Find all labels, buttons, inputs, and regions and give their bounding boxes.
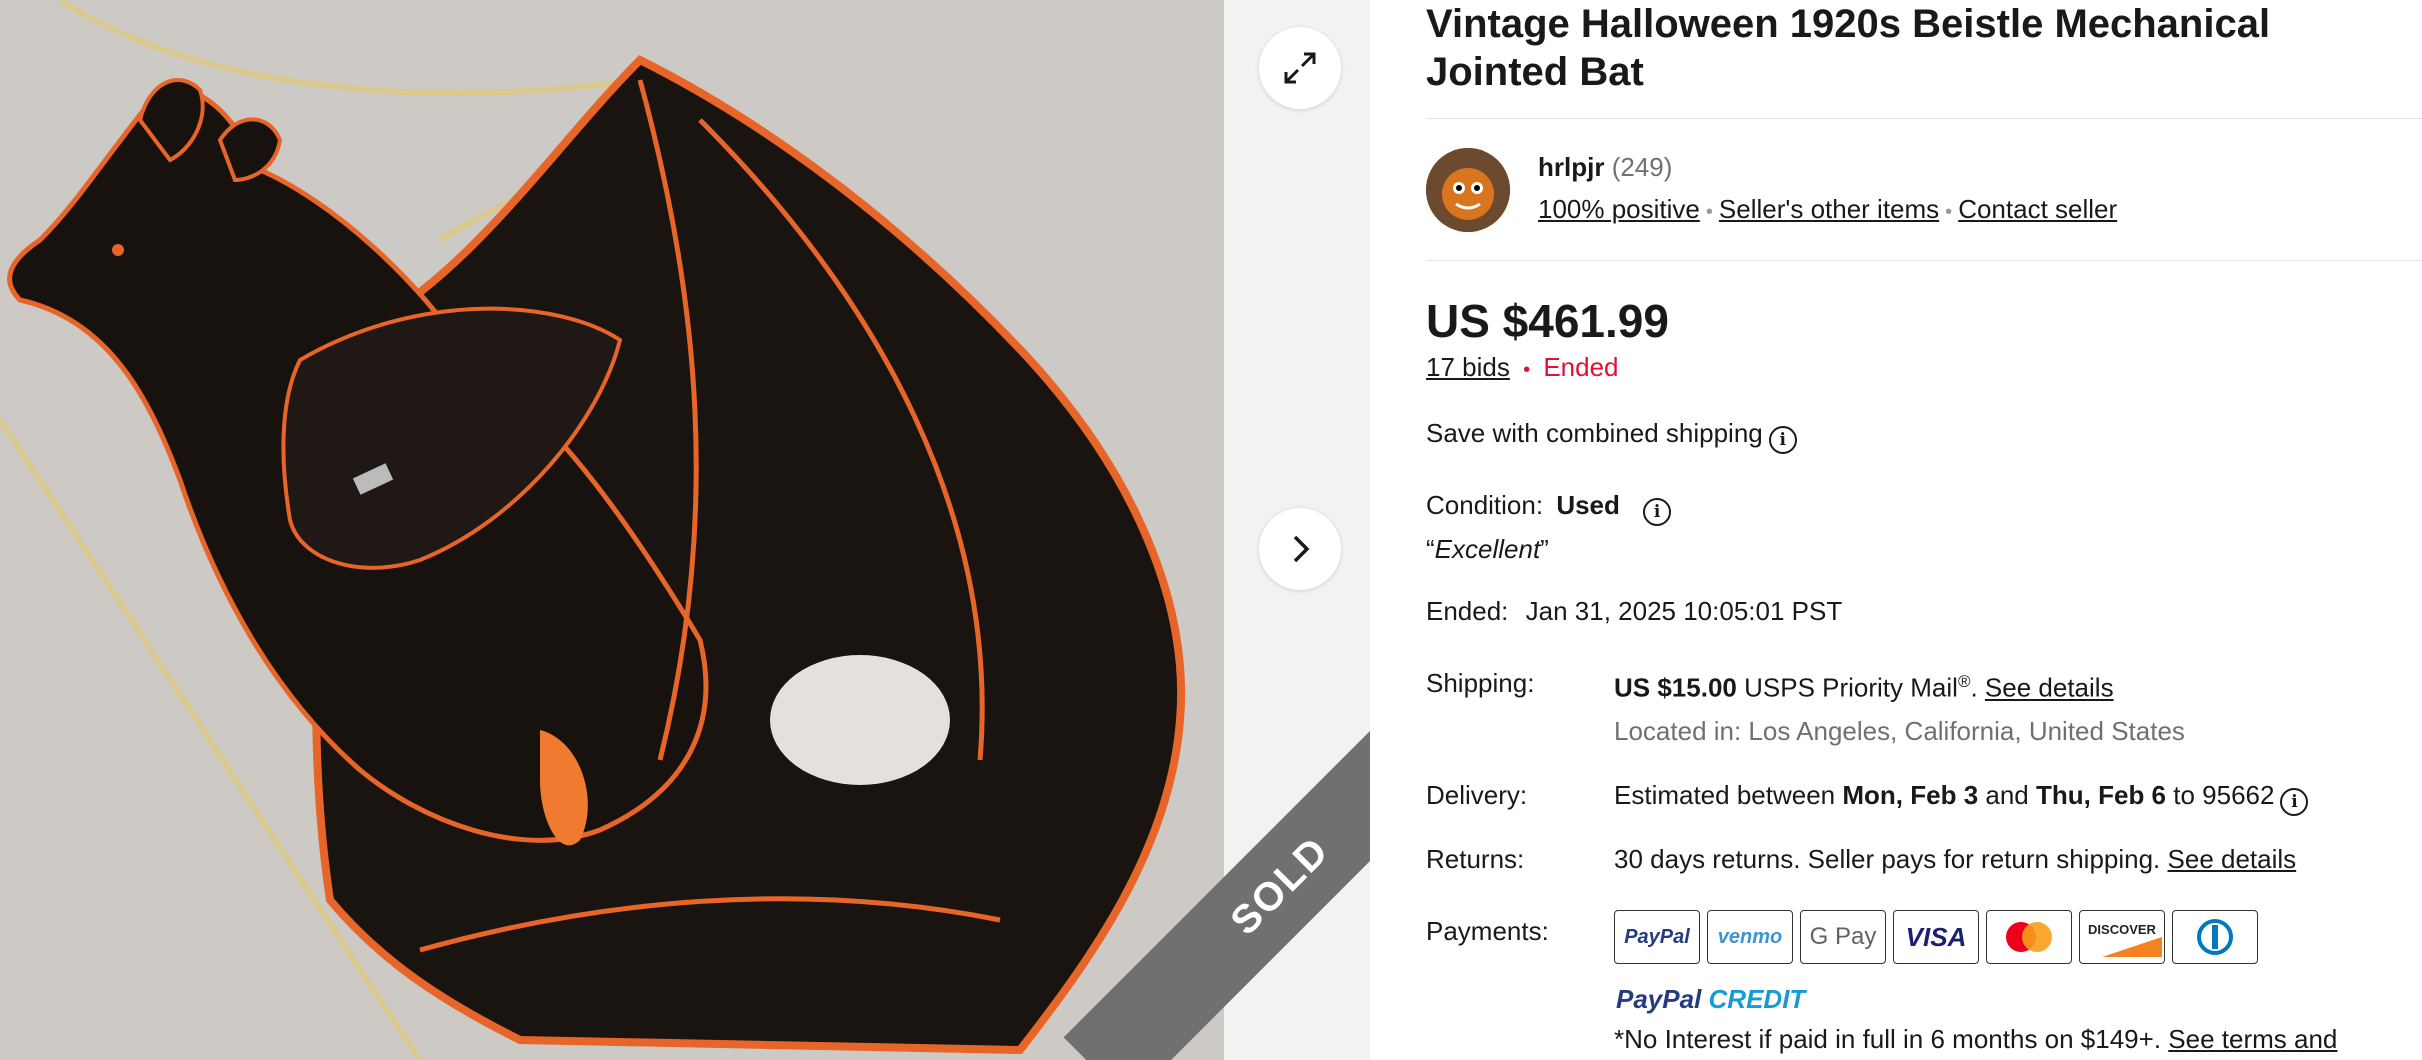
separator-dot: • bbox=[1945, 201, 1953, 223]
shipping-label: Shipping: bbox=[1426, 668, 1535, 698]
ended-line: Ended: Jan 31, 2025 10:05:01 PST bbox=[1426, 596, 1842, 627]
mastercard-icon bbox=[2006, 922, 2052, 952]
info-icon[interactable]: i bbox=[1643, 498, 1672, 526]
info-icon[interactable]: i bbox=[2280, 788, 2309, 816]
next-image-button[interactable] bbox=[1259, 508, 1341, 590]
mastercard-logo bbox=[1986, 910, 2072, 964]
feedback-count: (249) bbox=[1611, 152, 1673, 182]
paypal-credit-logo: PayPal CREDIT bbox=[1616, 984, 1805, 1015]
image-gallery: SOLD bbox=[0, 0, 1370, 1060]
auction-status: Ended bbox=[1543, 352, 1619, 382]
diners-club-icon bbox=[2197, 919, 2233, 955]
returns-value: 30 days returns. Seller pays for return … bbox=[1614, 844, 2296, 875]
positive-feedback-link[interactable]: 100% positive bbox=[1538, 194, 1700, 224]
venmo-logo: venmo bbox=[1707, 910, 1793, 964]
promo-text: *No Interest if paid in full in 6 months… bbox=[1614, 1024, 2162, 1054]
contact-seller-link[interactable]: Contact seller bbox=[1958, 194, 2117, 224]
discover-stripe-icon bbox=[2102, 936, 2162, 957]
sold-badge-text: SOLD bbox=[1221, 827, 1338, 944]
separator-dot: • bbox=[1523, 359, 1531, 381]
expand-image-button[interactable] bbox=[1259, 27, 1341, 109]
discover-text: DISCOVER bbox=[2088, 921, 2156, 937]
payments-label: Payments: bbox=[1426, 916, 1549, 946]
condition-label: Condition: bbox=[1426, 490, 1544, 520]
seller-username[interactable]: hrlpjr bbox=[1538, 152, 1604, 182]
listing-info-panel: Vintage Halloween 1920s Beistle Mechanic… bbox=[1426, 0, 2422, 1060]
paypal-credit-b: CREDIT bbox=[1708, 984, 1806, 1014]
delivery-end: Thu, Feb 6 bbox=[2036, 780, 2167, 810]
delivery-prefix: Estimated between bbox=[1614, 780, 1836, 810]
shipping-price: US $15.00 bbox=[1614, 672, 1737, 703]
quote-open: “ bbox=[1426, 534, 1435, 564]
quote-close: ” bbox=[1540, 534, 1549, 564]
avatar-image bbox=[1426, 148, 1510, 232]
info-icon[interactable]: i bbox=[1768, 426, 1797, 454]
delivery-label: Delivery: bbox=[1426, 780, 1528, 810]
bids-link[interactable]: 17 bids bbox=[1426, 352, 1510, 382]
diners-club-logo bbox=[2172, 910, 2258, 964]
delivery-zip: to 95662 bbox=[2173, 780, 2275, 810]
paypal-logo: PayPal bbox=[1614, 910, 1700, 964]
condition-value: Used bbox=[1556, 490, 1620, 520]
expand-icon bbox=[1284, 52, 1316, 84]
sellers-other-items-link[interactable]: Seller's other items bbox=[1719, 194, 1939, 224]
ended-label: Ended: bbox=[1426, 596, 1509, 626]
registered-mark: ® bbox=[1957, 672, 1971, 691]
returns-text: 30 days returns. Seller pays for return … bbox=[1614, 844, 2161, 874]
condition-quote-text: Excellent bbox=[1434, 534, 1541, 564]
shipping-value: US $15.00 USPS Priority Mail®. See detai… bbox=[1614, 672, 2114, 703]
paypal-credit-promo: *No Interest if paid in full in 6 months… bbox=[1614, 1024, 2337, 1055]
listing-photo[interactable] bbox=[0, 0, 1224, 1060]
bids-status-line: 17 bids • Ended bbox=[1426, 352, 1619, 383]
item-location: Located in: Los Angeles, California, Uni… bbox=[1614, 716, 2185, 746]
visa-logo: VISA bbox=[1893, 910, 1979, 964]
item-price: US $461.99 bbox=[1426, 295, 1669, 347]
discover-logo: DISCOVER bbox=[2079, 910, 2165, 964]
google-pay-logo: G Pay bbox=[1800, 910, 1886, 964]
seller-links: 100% positive • Seller's other items • Conta… bbox=[1538, 194, 2117, 225]
condition-quote: “Excellent” bbox=[1426, 534, 1549, 565]
payment-logos: PayPal venmo G Pay VISA DISCOVER bbox=[1614, 910, 2258, 964]
separator-dot: • bbox=[1705, 201, 1713, 223]
bat-photo-illustration bbox=[0, 0, 1224, 1060]
returns-label: Returns: bbox=[1426, 844, 1525, 874]
combined-shipping-text: Save with combined shipping bbox=[1426, 418, 1763, 448]
listing-title: Vintage Halloween 1920s Beistle Mechanic… bbox=[1426, 2, 2271, 94]
delivery-start: Mon, Feb 3 bbox=[1842, 780, 1979, 810]
seller-card: hrlpjr (249) 100% positive • Seller's othe… bbox=[1426, 148, 2422, 234]
condition-line: Condition: Used i bbox=[1426, 490, 1672, 526]
seller-name-line: hrlpjr (249) bbox=[1538, 152, 1672, 183]
see-terms-link[interactable]: See terms and bbox=[2168, 1024, 2337, 1054]
paypal-credit-a: PayPal bbox=[1616, 984, 1702, 1014]
returns-see-details-link[interactable]: See details bbox=[2168, 844, 2297, 874]
chevron-right-icon bbox=[1293, 535, 1310, 563]
delivery-and: and bbox=[1985, 780, 2029, 810]
shipping-see-details-link[interactable]: See details bbox=[1985, 673, 2114, 703]
ended-value: Jan 31, 2025 10:05:01 PST bbox=[1525, 596, 1843, 626]
combined-shipping-line: Save with combined shipping i bbox=[1426, 418, 1797, 454]
divider bbox=[1426, 260, 2422, 261]
delivery-value: Estimated between Mon, Feb 3 and Thu, Fe… bbox=[1614, 780, 2309, 816]
divider bbox=[1426, 118, 2422, 119]
seller-avatar[interactable] bbox=[1426, 148, 1510, 232]
shipping-service: USPS Priority Mail bbox=[1744, 672, 1958, 703]
